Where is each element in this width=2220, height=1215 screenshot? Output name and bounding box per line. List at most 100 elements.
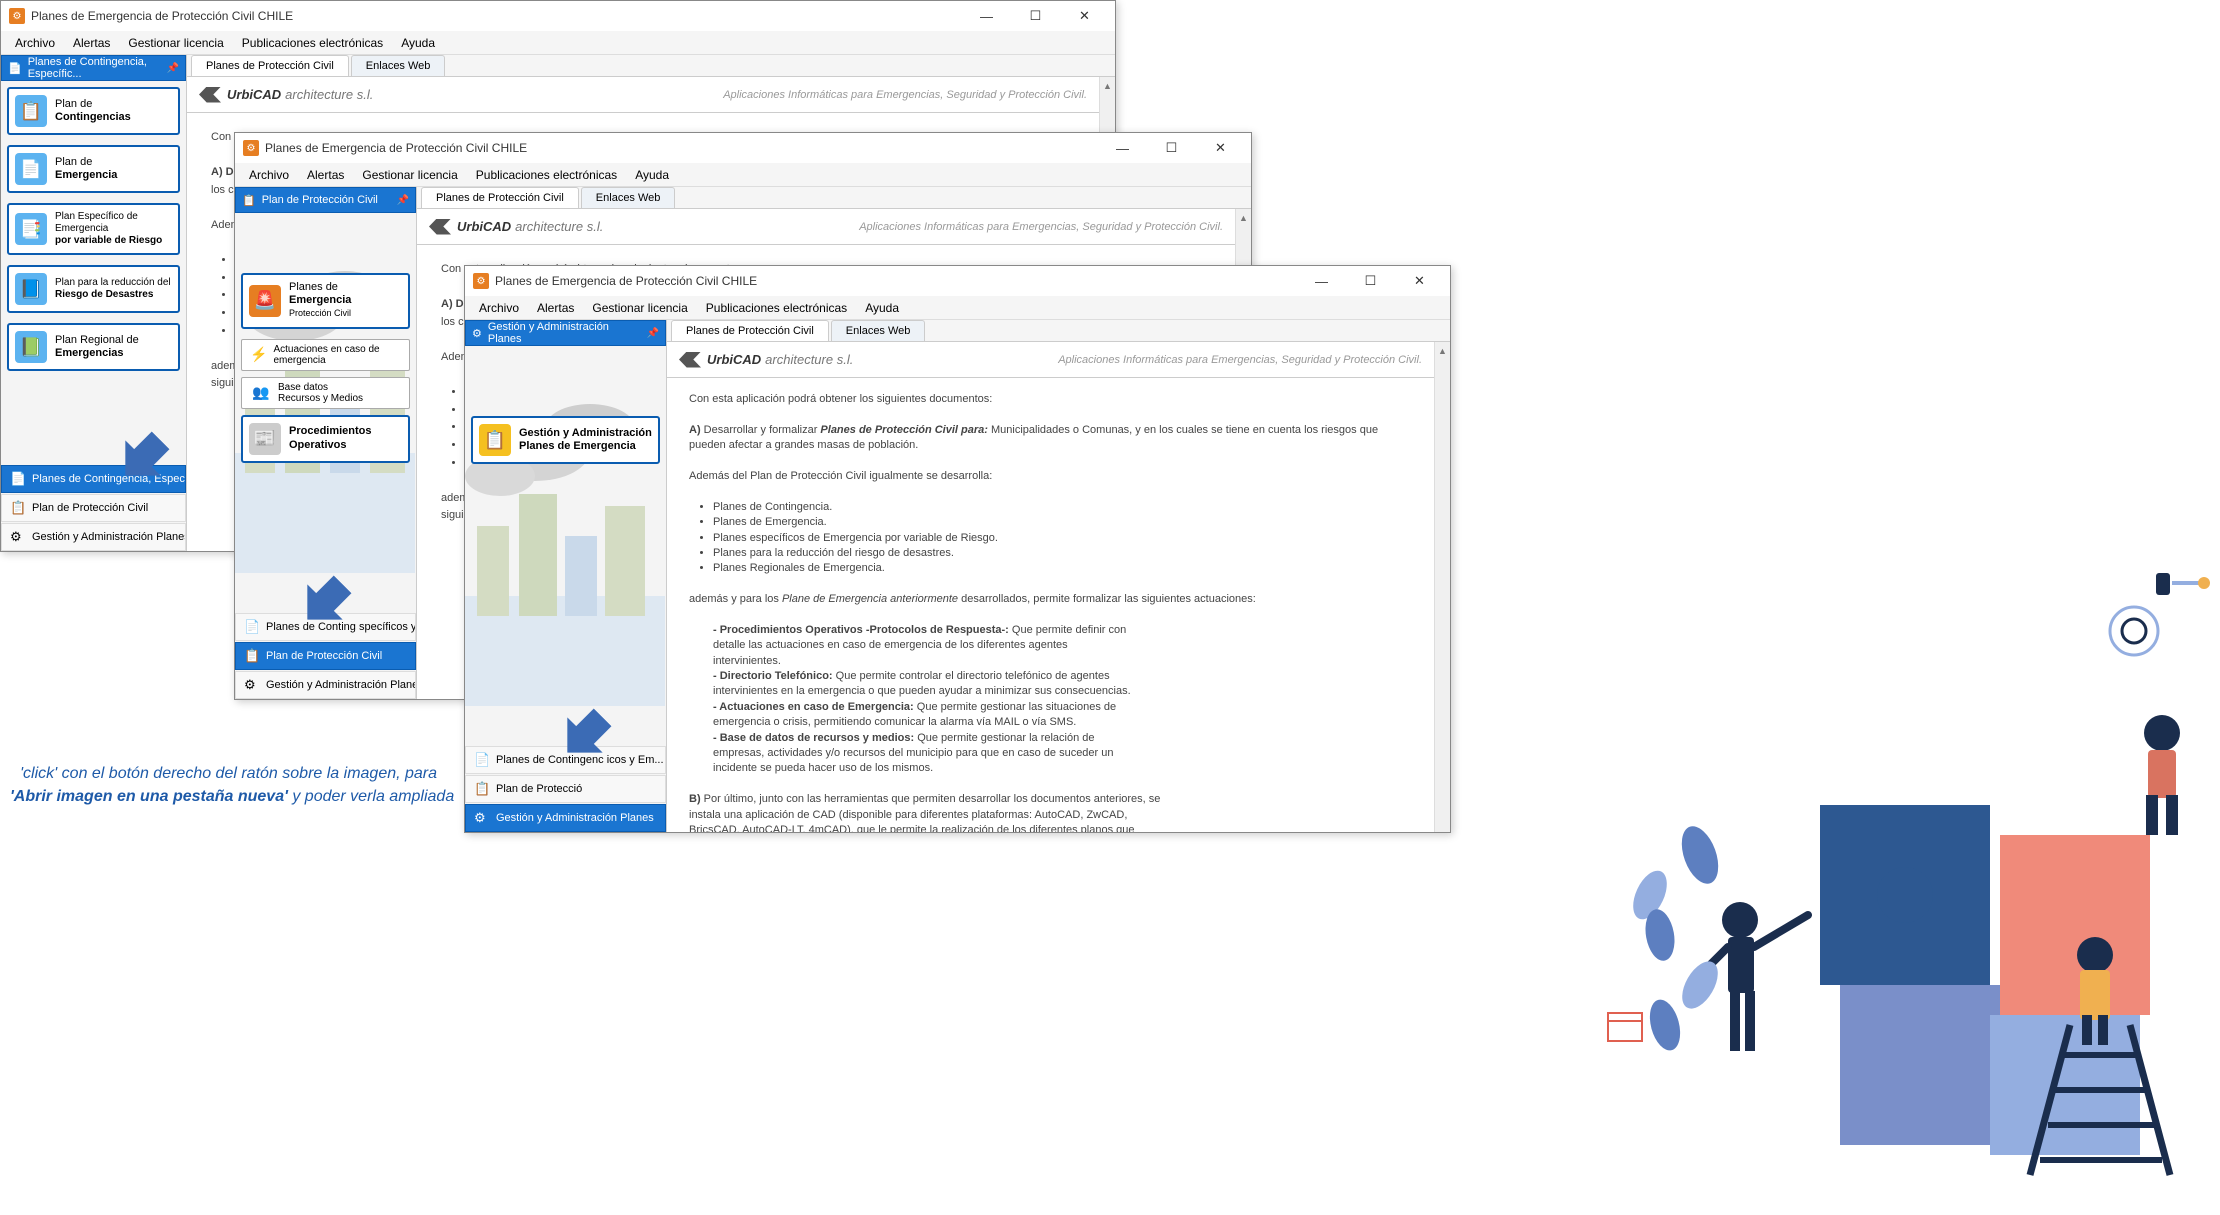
credit-text: (C) UrbiCAD architecture s.l. (2043, 1190, 2208, 1205)
bullet-item: Planes para la reducción del riesgo de d… (713, 546, 1412, 561)
titlebar[interactable]: ⚙ Planes de Emergencia de Protección Civ… (1, 1, 1115, 31)
item-icon: ⚙ (10, 529, 26, 545)
menu-archivo[interactable]: Archivo (471, 299, 527, 317)
sidebar-item-proteccion[interactable]: 📋Plan de Protección Civil (1, 494, 186, 522)
pin-icon[interactable]: 📌 (167, 63, 179, 74)
max-button[interactable]: ☐ (1149, 134, 1194, 162)
brand-sub: architecture s.l. (765, 352, 853, 367)
brand-bar: UrbiCAD architecture s.l. Aplicaciones I… (417, 209, 1235, 245)
brand-bar: UrbiCAD architecture s.l. Aplicaciones I… (667, 342, 1434, 378)
menu-licencia[interactable]: Gestionar licencia (354, 166, 465, 184)
brand-name: UrbiCAD (457, 219, 511, 234)
sidebar-item-contingencia[interactable]: 📄Planes de Contingencia, Específicos y E… (1, 465, 186, 493)
sidebar: ⚙ Gestión y Administración Planes 📌 📋 Ge… (465, 320, 667, 832)
bullet-item: Planes específicos de Emergencia por var… (713, 531, 1412, 546)
menu-archivo[interactable]: Archivo (241, 166, 297, 184)
tile-regional[interactable]: 📗 Plan Regional deEmergencias (7, 323, 180, 371)
sidebar-header-label: Gestión y Administración Planes (488, 321, 641, 345)
titlebar[interactable]: ⚙ Planes de Emergencia de Protección Civ… (235, 133, 1251, 163)
tile-emergencia[interactable]: 📄 Plan deEmergencia (7, 145, 180, 193)
tile-contingencias[interactable]: 📋 Plan deContingencias (7, 87, 180, 135)
item-icon: 📄 (10, 471, 26, 487)
tile-label: Actuaciones en caso de emergencia (273, 344, 401, 366)
tile-basedatos[interactable]: 👥Base datosRecursos y Medios (241, 377, 410, 409)
sidebar-header[interactable]: ⚙ Gestión y Administración Planes 📌 (465, 320, 666, 346)
bullet-item: Planes de Contingencia. (713, 500, 1412, 515)
sidebar-header-icon: 📄 (8, 62, 22, 75)
titlebar[interactable]: ⚙ Planes de Emergencia de Protección Civ… (465, 266, 1450, 296)
menu-alertas[interactable]: Alertas (65, 34, 118, 52)
max-button[interactable]: ☐ (1348, 267, 1393, 295)
sidebar-item-gestion[interactable]: ⚙Gestión y Administración Planes (465, 804, 666, 832)
sidebar-header[interactable]: 📄 Planes de Contingencia, Específic... 📌 (1, 55, 186, 81)
sidebar-item-proteccion[interactable]: 📋Plan de Protección Civil (235, 642, 416, 670)
doc-details: - Procedimientos Operativos -Protocolos … (713, 623, 1133, 777)
menu-pub[interactable]: Publicaciones electrónicas (234, 34, 391, 52)
tab-enlaces[interactable]: Enlaces Web (581, 187, 676, 208)
app-window-3: ⚙ Planes de Emergencia de Protección Civ… (464, 265, 1451, 833)
sidebar-item-label: Planes de Conting specíficos y Em... (266, 621, 416, 633)
item-icon: ⚙ (474, 810, 490, 826)
doc-section-b: B) Por último, junto con las herramienta… (689, 792, 1169, 832)
tabs: Planes de Protección Civil Enlaces Web (187, 55, 1115, 77)
item-icon: 📋 (244, 648, 260, 664)
tile-actuaciones[interactable]: ⚡ Actuaciones en caso de emergencia (241, 339, 410, 371)
doc-icon: 📘 (15, 273, 47, 305)
doc-intro: Con esta aplicación podrá obtener los si… (689, 392, 1412, 407)
sidebar-header[interactable]: 📋 Plan de Protección Civil 📌 (235, 187, 416, 213)
proc-icon: 📰 (249, 423, 281, 455)
app-icon: ⚙ (243, 140, 259, 156)
menu-archivo[interactable]: Archivo (7, 34, 63, 52)
menu-ayuda[interactable]: Ayuda (393, 34, 443, 52)
brand-name: UrbiCAD (707, 352, 761, 367)
scrollbar[interactable]: ▲ (1434, 342, 1450, 832)
menu-pub[interactable]: Publicaciones electrónicas (698, 299, 855, 317)
brand-arrow-icon (429, 219, 451, 235)
menu-licencia[interactable]: Gestionar licencia (584, 299, 695, 317)
pin-icon[interactable]: 📌 (397, 195, 409, 206)
tile-procedimientos[interactable]: 📰 ProcedimientosOperativos (241, 415, 410, 463)
tagline: Aplicaciones Informáticas para Emergenci… (723, 89, 1087, 101)
sidebar-item-proteccion[interactable]: 📋Plan de Protecció (465, 775, 666, 803)
min-button[interactable]: — (1100, 134, 1145, 162)
pin-icon[interactable]: 📌 (647, 328, 659, 339)
tab-planes[interactable]: Planes de Protección Civil (671, 320, 829, 341)
tile-especifico[interactable]: 📑 Plan Específico de Emergenciapor varia… (7, 203, 180, 255)
tabs: Planes de Protección Civil Enlaces Web (417, 187, 1251, 209)
doc-ademas: Además del Plan de Protección Civil igua… (689, 469, 1412, 484)
actions-icon: ⚡ (250, 344, 267, 366)
tab-planes[interactable]: Planes de Protección Civil (191, 55, 349, 76)
close-button[interactable]: ✕ (1397, 267, 1442, 295)
tab-planes[interactable]: Planes de Protección Civil (421, 187, 579, 208)
tile-emergencia-pc[interactable]: 🚨 Planes deEmergenciaProtección Civil (241, 273, 410, 329)
tab-enlaces[interactable]: Enlaces Web (831, 320, 926, 341)
bullet-item: Planes Regionales de Emergencia. (713, 561, 1412, 576)
brand-sub: architecture s.l. (515, 219, 603, 234)
tile-reduccion[interactable]: 📘 Plan para la reducción delRiesgo de De… (7, 265, 180, 313)
tile-gestion[interactable]: 📋 Gestión y AdministraciónPlanes de Emer… (471, 416, 660, 464)
sidebar-item-label: Plan de Protección Civil (32, 502, 148, 514)
menu-ayuda[interactable]: Ayuda (627, 166, 677, 184)
tabs: Planes de Protección Civil Enlaces Web (667, 320, 1450, 342)
menu-licencia[interactable]: Gestionar licencia (120, 34, 231, 52)
menu-alertas[interactable]: Alertas (529, 299, 582, 317)
sidebar-item-gestion[interactable]: ⚙Gestión y Administración Planes (1, 523, 186, 551)
menu-ayuda[interactable]: Ayuda (857, 299, 907, 317)
max-button[interactable]: ☐ (1013, 2, 1058, 30)
tab-enlaces[interactable]: Enlaces Web (351, 55, 446, 76)
item-icon: 📄 (474, 752, 490, 768)
close-button[interactable]: ✕ (1198, 134, 1243, 162)
menu-pub[interactable]: Publicaciones electrónicas (468, 166, 625, 184)
tagline: Aplicaciones Informáticas para Emergenci… (859, 221, 1223, 233)
brand-name: UrbiCAD (227, 87, 281, 102)
clipboard-icon: 📋 (479, 424, 511, 456)
item-icon: 📋 (474, 781, 490, 797)
menu-alertas[interactable]: Alertas (299, 166, 352, 184)
sidebar: 📋 Plan de Protección Civil 📌 🚨 Planes de… (235, 187, 417, 699)
min-button[interactable]: — (964, 2, 1009, 30)
close-button[interactable]: ✕ (1062, 2, 1107, 30)
min-button[interactable]: — (1299, 267, 1344, 295)
sidebar-item-contingencia[interactable]: 📄Planes de Contingenc icos y Em... (465, 746, 666, 774)
sidebar-item-gestion[interactable]: ⚙Gestión y Administración Planes (235, 671, 416, 699)
app-icon: ⚙ (473, 273, 489, 289)
